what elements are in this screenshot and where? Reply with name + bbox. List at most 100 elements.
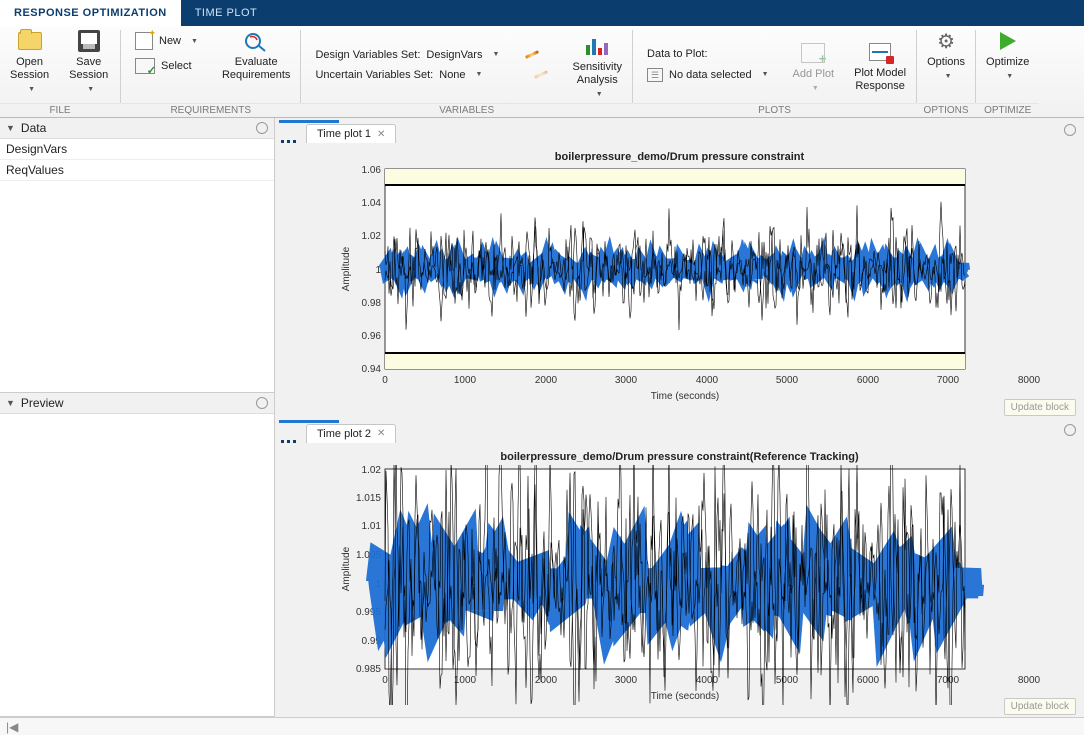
plot2-xlabel: Time (seconds)	[651, 691, 720, 702]
plot2-tab[interactable]: Time plot 2 ✕	[306, 424, 396, 443]
svg-text:0.98: 0.98	[362, 298, 382, 309]
section-label-requirements: REQUIREMENTS	[121, 103, 300, 117]
collapse-icon[interactable]: ▼	[6, 398, 15, 408]
plot-column: Time plot 1 ✕ boilerpressure_demo/Drum p…	[275, 118, 1084, 717]
main-area: ▼ Data DesignVars ReqValues ▼ Preview	[0, 118, 1084, 717]
svg-text:0.94: 0.94	[362, 364, 382, 375]
svg-text:0: 0	[382, 675, 388, 686]
pencil-icon[interactable]	[535, 70, 549, 79]
evaluate-requirements-button[interactable]: Evaluate Requirements	[212, 26, 300, 82]
svg-text:1.04: 1.04	[362, 198, 382, 209]
tab-response-optimization[interactable]: RESPONSE OPTIMIZATION	[0, 0, 181, 26]
select-icon	[135, 58, 155, 74]
svg-text:1.015: 1.015	[356, 493, 381, 504]
svg-text:6000: 6000	[857, 675, 880, 686]
plot2-ylabel: Amplitude	[341, 546, 352, 591]
svg-text:6000: 6000	[857, 375, 880, 386]
close-icon[interactable]: ✕	[377, 428, 385, 439]
svg-text:3000: 3000	[615, 375, 638, 386]
data-item-designvars[interactable]: DesignVars	[0, 139, 274, 160]
evaluate-icon	[244, 30, 268, 52]
panel-options-icon[interactable]	[1064, 124, 1076, 136]
chevron-down-icon: ▼	[191, 38, 198, 45]
add-plot-button: Add Plot ▼	[783, 38, 845, 92]
svg-text:5000: 5000	[776, 375, 799, 386]
chevron-down-icon: ▼	[87, 86, 94, 93]
play-icon	[995, 30, 1021, 52]
chevron-down-icon: ▼	[492, 51, 499, 58]
plot2-tabrow: Time plot 2 ✕	[275, 418, 1084, 443]
close-icon[interactable]: ✕	[377, 129, 385, 140]
sensitivity-analysis-button[interactable]: Sensitivity Analysis ▼	[562, 31, 632, 98]
folder-icon	[17, 30, 43, 52]
section-label-variables: VARIABLES	[301, 103, 632, 117]
svg-text:8000: 8000	[1018, 675, 1041, 686]
uncertain-variables-dropdown[interactable]: Uncertain Variables Set: None ▼	[309, 67, 554, 83]
plot-model-icon	[867, 41, 893, 63]
update-block-button[interactable]: Update block	[1004, 399, 1076, 416]
data-panel-title: Data	[21, 121, 256, 135]
pencil-icon[interactable]	[525, 50, 539, 59]
plot2-title: boilerpressure_demo/Drum pressure constr…	[275, 443, 1084, 465]
svg-text:4000: 4000	[696, 675, 719, 686]
data-icon	[647, 68, 663, 82]
new-requirement-button[interactable]: New ▼	[129, 30, 204, 52]
design-variables-dropdown[interactable]: Design Variables Set: DesignVars ▼	[309, 47, 554, 63]
data-item-reqvalues[interactable]: ReqValues	[0, 160, 274, 181]
status-bar: |◀	[0, 717, 1084, 735]
panel-options-icon[interactable]	[1064, 424, 1076, 436]
svg-text:0.985: 0.985	[356, 664, 381, 675]
toolstrip: Open Session ▼ Save Session ▼ FILE New ▼	[0, 26, 1084, 118]
section-label-file: FILE	[0, 103, 120, 117]
plot1-xlabel: Time (seconds)	[651, 391, 720, 402]
preview-panel-title: Preview	[21, 396, 256, 410]
plot-pane-1: Time plot 1 ✕ boilerpressure_demo/Drum p…	[275, 118, 1084, 418]
preview-panel-header: ▼ Preview	[0, 393, 274, 414]
tab-time-plot[interactable]: TIME PLOT	[181, 0, 272, 26]
data-panel-body: DesignVars ReqValues	[0, 139, 274, 392]
options-button[interactable]: ⚙ Options ▼	[917, 26, 975, 103]
app-tabbar: RESPONSE OPTIMIZATION TIME PLOT	[0, 0, 1084, 26]
svg-text:7000: 7000	[937, 375, 960, 386]
save-session-button[interactable]: Save Session ▼	[59, 26, 118, 103]
chevron-down-icon: ▼	[812, 85, 819, 92]
nav-back-icon[interactable]: |◀	[6, 720, 18, 734]
panel-options-icon[interactable]	[256, 122, 268, 134]
section-label-plots: PLOTS	[633, 103, 916, 117]
gear-icon: ⚙	[933, 30, 959, 52]
plot-pane-2: Time plot 2 ✕ boilerpressure_demo/Drum p…	[275, 418, 1084, 718]
data-to-plot-dropdown[interactable]: No data selected ▼	[641, 66, 775, 84]
collapse-icon[interactable]: ▼	[6, 123, 15, 133]
data-panel-header: ▼ Data	[0, 118, 274, 139]
sensitivity-icon	[584, 35, 610, 57]
svg-text:1000: 1000	[454, 675, 477, 686]
select-requirement-button[interactable]: Select	[129, 56, 204, 76]
plot2-chart[interactable]: 0.9850.990.995 11.0051.01 1.0151.02 0100…	[335, 465, 1075, 705]
sidebar: ▼ Data DesignVars ReqValues ▼ Preview	[0, 118, 275, 717]
optimize-button[interactable]: Optimize ▼	[976, 26, 1039, 103]
plot1-title: boilerpressure_demo/Drum pressure constr…	[275, 143, 1084, 165]
plot-model-response-button[interactable]: Plot Model Response	[844, 37, 916, 93]
svg-text:1.06: 1.06	[362, 165, 382, 176]
svg-text:4000: 4000	[696, 375, 719, 386]
data-to-plot-label: Data to Plot:	[641, 46, 775, 62]
plot2-area[interactable]: boilerpressure_demo/Drum pressure constr…	[275, 443, 1084, 718]
svg-text:8000: 8000	[1018, 375, 1041, 386]
svg-text:3000: 3000	[615, 675, 638, 686]
chevron-down-icon: ▼	[476, 71, 483, 78]
svg-text:2000: 2000	[535, 675, 558, 686]
chevron-down-icon: ▼	[762, 71, 769, 78]
chevron-down-icon: ▼	[1006, 73, 1013, 80]
update-block-button[interactable]: Update block	[1004, 698, 1076, 715]
new-icon	[135, 32, 153, 50]
plot1-area[interactable]: boilerpressure_demo/Drum pressure constr…	[275, 143, 1084, 418]
panel-options-icon[interactable]	[256, 397, 268, 409]
svg-text:1.02: 1.02	[362, 465, 382, 476]
plot1-tab[interactable]: Time plot 1 ✕	[306, 124, 396, 143]
section-label-options: OPTIONS	[917, 103, 975, 117]
svg-text:1.02: 1.02	[362, 231, 382, 242]
plot1-chart[interactable]: 0.940.960.98 11.021.041.06 010002000 300…	[335, 165, 1075, 405]
svg-text:0: 0	[382, 375, 388, 386]
chevron-down-icon: ▼	[28, 86, 35, 93]
open-session-button[interactable]: Open Session ▼	[0, 26, 59, 103]
